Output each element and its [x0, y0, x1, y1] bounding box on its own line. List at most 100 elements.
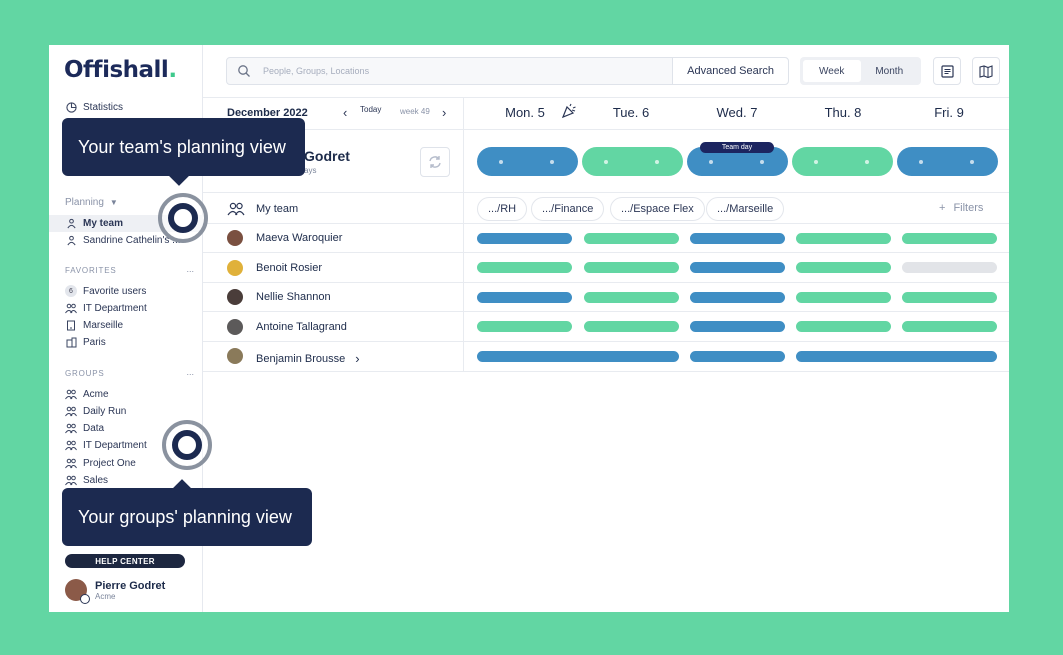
team-day-badge: Team day [700, 142, 774, 153]
sidebar-item-project-one[interactable]: Project One [65, 457, 136, 469]
sidebar-item-paris[interactable]: Paris [65, 336, 106, 348]
day-header-wed[interactable]: Wed. 7 [684, 105, 790, 120]
presence-bar[interactable] [690, 233, 785, 244]
help-center-button[interactable]: HELP CENTER [65, 554, 185, 568]
sidebar-item-label: Statistics [83, 101, 124, 113]
sidebar-item-data[interactable]: Data [65, 422, 104, 434]
avatar [227, 289, 243, 305]
my-team-filter-label: My team [227, 202, 298, 216]
list-view-button[interactable] [933, 57, 961, 85]
presence-bar[interactable] [796, 292, 891, 303]
sync-button[interactable] [420, 147, 450, 177]
presence-bar[interactable] [902, 321, 997, 332]
presence-bar[interactable] [690, 321, 785, 332]
group-icon [65, 388, 77, 400]
day-header-thu[interactable]: Thu. 8 [790, 105, 896, 120]
team-summary-name: Godret [304, 148, 350, 164]
team-presence-fri[interactable] [897, 147, 998, 176]
presence-bar[interactable] [690, 351, 785, 362]
person-name[interactable]: Maeva Waroquier [256, 232, 342, 244]
sidebar-item-sandrine-team[interactable]: Sandrine Cathelin's ... [65, 234, 181, 246]
sidebar-item-label: Paris [83, 336, 106, 348]
next-week-button[interactable]: › [442, 105, 446, 120]
presence-bar[interactable] [477, 292, 572, 303]
sidebar-item-label: Project One [83, 457, 136, 469]
team-presence-mon[interactable] [477, 147, 578, 176]
month-view-button[interactable]: Month [861, 60, 919, 82]
person-name: Benjamin Brousse [256, 352, 346, 365]
team-presence-tue[interactable] [582, 147, 683, 176]
presence-bar[interactable] [477, 233, 572, 244]
divider [203, 252, 1009, 253]
sidebar-item-it-department[interactable]: IT Department [65, 439, 147, 451]
person-name[interactable]: Nellie Shannon [256, 291, 331, 303]
day-header-fri[interactable]: Fri. 9 [896, 105, 1002, 120]
logo[interactable]: Offishall. [64, 57, 177, 83]
presence-bar[interactable] [584, 262, 679, 273]
presence-bar[interactable] [584, 292, 679, 303]
sidebar-item-my-team[interactable]: My team [65, 217, 123, 229]
today-button[interactable]: Today [360, 105, 381, 114]
presence-bar[interactable] [477, 262, 572, 273]
groups-more-button[interactable]: ... [186, 367, 194, 377]
user-organization: Acme [95, 591, 116, 601]
presence-bar[interactable] [902, 292, 997, 303]
presence-bar[interactable] [477, 321, 572, 332]
filter-chip-finance[interactable]: .../Finance [531, 197, 605, 221]
presence-bar[interactable] [902, 233, 997, 244]
presence-bar[interactable] [796, 321, 891, 332]
team-summary-sub: ays [304, 166, 317, 175]
filters-button[interactable]: + Filters [939, 202, 983, 214]
list-icon [940, 64, 954, 78]
divider [203, 371, 1009, 372]
plus-icon: + [939, 202, 946, 214]
presence-bar[interactable] [796, 351, 997, 362]
presence-bar[interactable] [477, 351, 679, 362]
presence-bar[interactable] [902, 262, 997, 273]
map-view-button[interactable] [972, 57, 1000, 85]
sidebar-item-acme[interactable]: Acme [65, 388, 109, 400]
presence-bar[interactable] [796, 233, 891, 244]
search-bar[interactable]: People, Groups, Locations Advanced Searc… [226, 57, 789, 85]
sidebar-item-label: IT Department [83, 302, 147, 314]
filter-chip-rh[interactable]: .../RH [477, 197, 528, 221]
group-icon [65, 302, 77, 314]
building-icon [65, 319, 77, 331]
filter-chip-marseille[interactable]: .../Marseille [706, 197, 785, 221]
team-presence-thu[interactable] [792, 147, 893, 176]
planning-section-toggle[interactable]: Planning ▼ [65, 197, 118, 208]
search-placeholder[interactable]: People, Groups, Locations [263, 66, 672, 76]
sidebar-item-marseille[interactable]: Marseille [65, 319, 123, 331]
presence-bar[interactable] [584, 321, 679, 332]
week-view-button[interactable]: Week [803, 60, 861, 82]
presence-bar[interactable] [690, 262, 785, 273]
favorites-more-button[interactable]: ... [186, 264, 194, 274]
sidebar-item-favorite-users[interactable]: 6 Favorite users [65, 285, 146, 297]
person-name[interactable]: Benoit Rosier [256, 262, 322, 274]
avatar [227, 319, 243, 335]
group-icon [65, 422, 77, 434]
divider [203, 282, 1009, 283]
presence-bar[interactable] [584, 233, 679, 244]
person-name-expandable[interactable]: Benjamin Brousse › [256, 351, 360, 366]
group-icon [65, 439, 77, 451]
sidebar-item-statistics[interactable]: Statistics [65, 101, 123, 113]
chart-icon [65, 101, 77, 113]
presence-bar[interactable] [796, 262, 891, 273]
avatar [227, 348, 243, 364]
sidebar-item-daily-run[interactable]: Daily Run [65, 405, 126, 417]
presence-bar[interactable] [690, 292, 785, 303]
filter-chip-espace-flex[interactable]: .../Espace Flex [610, 197, 705, 221]
sidebar-item-it-department-fav[interactable]: IT Department [65, 302, 147, 314]
sidebar-item-sales[interactable]: Sales [65, 474, 108, 486]
sidebar-item-label: Daily Run [83, 405, 127, 417]
party-icon [561, 103, 576, 119]
user-profile[interactable]: Pierre Godret Acme [65, 579, 165, 604]
divider [203, 341, 1009, 342]
person-name[interactable]: Antoine Tallagrand [256, 321, 347, 333]
divider [203, 311, 1009, 312]
day-header-tue[interactable]: Tue. 6 [578, 105, 684, 120]
groups-callout: Your groups' planning view [62, 479, 312, 546]
advanced-search-button[interactable]: Advanced Search [672, 58, 788, 84]
previous-week-button[interactable]: ‹ [343, 105, 347, 120]
